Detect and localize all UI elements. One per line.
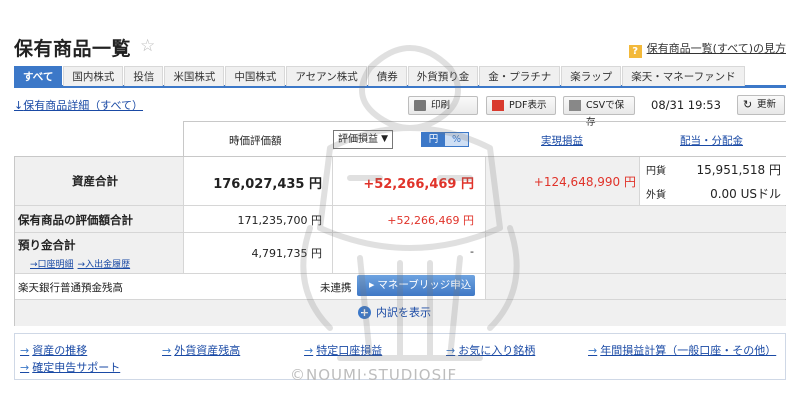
total-realized-value: +124,648,990 円: [533, 175, 636, 189]
link-tax-return-support-label: 確定申告サポート: [32, 361, 121, 374]
watermark-text: ©NOUMI·STUDIOSIF: [290, 366, 458, 384]
last-updated-time: 08/31 19:53: [651, 98, 721, 112]
deposit-empty-cell: [486, 233, 786, 273]
csv-label: CSVで保存: [586, 100, 625, 128]
deposit-total-value: 4,791,735 円: [251, 247, 322, 260]
total-assets-value: 176,027,435 円: [213, 177, 322, 192]
tab-domestic-stocks[interactable]: 国内株式: [63, 66, 124, 86]
csv-save-button[interactable]: CSVで保存: [563, 96, 635, 128]
help-link[interactable]: ? 保有商品一覧(すべて)の見方: [628, 40, 786, 58]
tab-rakuwrap[interactable]: 楽ラップ: [561, 66, 622, 86]
tab-asean-stocks[interactable]: アセアン株式: [286, 66, 367, 86]
arrow-right-icon: →: [588, 344, 598, 357]
printer-icon: [414, 100, 426, 111]
refresh-button[interactable]: ↻ 更新: [737, 95, 785, 115]
product-tabs: すべて 国内株式 投信 米国株式 中国株式 アセアン株式 債券 外貨預り金 金・…: [14, 66, 786, 88]
dividend-yen-label: 円貨: [646, 166, 666, 177]
total-pl-value: +52,266,469 円: [363, 177, 474, 192]
arrow-right-icon: →: [20, 344, 30, 357]
page-title: 保有商品一覧: [14, 38, 132, 60]
pl-select-value: 評価損益: [338, 134, 378, 145]
pl-select[interactable]: 評価損益 ▼: [333, 130, 393, 149]
refresh-label: 更新: [757, 99, 777, 110]
pdf-icon: [492, 100, 504, 111]
holdings-pl-value: +52,266,469 円: [387, 214, 474, 227]
deposit-total-label: 預り金合計: [18, 238, 76, 252]
money-bridge-label: マネーブリッジ申込: [377, 279, 472, 291]
toggle-yen[interactable]: 円: [422, 133, 445, 146]
arrow-right-icon: →: [20, 361, 30, 374]
holdings-detail-link[interactable]: ↓保有商品詳細（すべて）: [14, 97, 143, 113]
link-tax-return-support[interactable]: → 確定申告サポート: [20, 359, 120, 375]
tab-gold-platinum[interactable]: 金・プラチナ: [479, 66, 561, 86]
pdf-button[interactable]: PDF表示: [486, 96, 556, 115]
tab-money-fund[interactable]: 楽天・マネーファンド: [622, 66, 745, 86]
holdings-total-value: 171,235,700 円: [237, 214, 322, 227]
tab-bonds[interactable]: 債券: [367, 66, 407, 86]
question-icon: ?: [628, 45, 642, 58]
print-label: 印刷: [431, 100, 451, 111]
deposit-pl-value: -: [470, 245, 474, 258]
tab-all[interactable]: すべて: [14, 66, 63, 86]
col-market-value: 時価評価額: [229, 135, 282, 147]
dividend-fx-value: 0.00 USドル: [710, 187, 781, 201]
header-divider: [183, 121, 786, 122]
holdings-total-label: 保有商品の評価額合計: [18, 213, 133, 227]
link-favorites[interactable]: → お気に入り銘柄: [446, 342, 535, 358]
link-foreign-assets-label: 外貨資産残高: [174, 344, 241, 357]
help-link-label: 保有商品一覧(すべて)の見方: [646, 42, 786, 55]
link-asset-history-label: 資産の推移: [32, 344, 88, 357]
deposit-history-link[interactable]: →入出金履歴: [78, 260, 131, 270]
total-assets-label: 資産合計: [72, 174, 118, 188]
triangle-right-icon: ▶: [369, 281, 375, 289]
col-realized-link[interactable]: 実現損益: [541, 133, 583, 148]
arrow-right-icon: →: [162, 344, 172, 357]
link-specific-account-pl[interactable]: → 特定口座損益: [304, 342, 382, 358]
link-annual-pl[interactable]: → 年間損益計算（一般口座・その他）: [588, 342, 776, 358]
dividend-fx-label: 外貨: [646, 190, 666, 201]
down-arrow-icon: ↓: [14, 99, 24, 112]
tab-china-stocks[interactable]: 中国株式: [225, 66, 286, 86]
unit-toggle: 円 %: [421, 132, 469, 147]
link-specific-account-pl-label: 特定口座損益: [316, 344, 383, 357]
money-bridge-apply-button[interactable]: ▶ マネーブリッジ申込: [357, 275, 475, 296]
plus-icon: +: [358, 306, 371, 319]
print-button[interactable]: 印刷: [408, 96, 478, 115]
bank-empty-cell: [486, 274, 786, 299]
holdings-empty-cell: [486, 206, 786, 232]
bank-link-status: 未連携: [320, 282, 352, 294]
link-favorites-label: お気に入り銘柄: [458, 344, 536, 357]
header-divider-left: [183, 121, 184, 156]
arrow-right-icon: →: [304, 344, 314, 357]
refresh-icon: ↻: [743, 98, 753, 111]
link-foreign-assets[interactable]: → 外貨資産残高: [162, 342, 240, 358]
holdings-detail-label: 保有商品詳細（すべて）: [23, 99, 144, 112]
col-dividends-link[interactable]: 配当・分配金: [680, 133, 743, 148]
csv-icon: [569, 100, 581, 111]
bank-balance-label: 楽天銀行普通預金残高: [18, 282, 123, 294]
dividend-yen-value: 15,951,518 円: [696, 163, 781, 177]
chevron-down-icon: ▼: [381, 134, 388, 144]
link-annual-pl-label: 年間損益計算（一般口座・その他）: [600, 344, 777, 357]
show-breakdown-label: 内訳を表示: [376, 306, 431, 319]
toggle-percent[interactable]: %: [445, 133, 468, 146]
favorite-star-icon[interactable]: ☆: [140, 36, 155, 56]
pdf-label: PDF表示: [509, 100, 547, 111]
link-asset-history[interactable]: → 資産の推移: [20, 342, 87, 358]
tab-mutual-funds[interactable]: 投信: [124, 66, 164, 86]
account-detail-link[interactable]: →口座明細: [30, 260, 74, 270]
show-breakdown-button[interactable]: + 内訳を表示: [358, 304, 431, 320]
tab-us-stocks[interactable]: 米国株式: [164, 66, 225, 86]
arrow-right-icon: →: [446, 344, 456, 357]
deposit-sub-links: →口座明細 →入出金履歴: [30, 257, 134, 270]
tab-foreign-deposits[interactable]: 外貨預り金: [407, 66, 479, 86]
